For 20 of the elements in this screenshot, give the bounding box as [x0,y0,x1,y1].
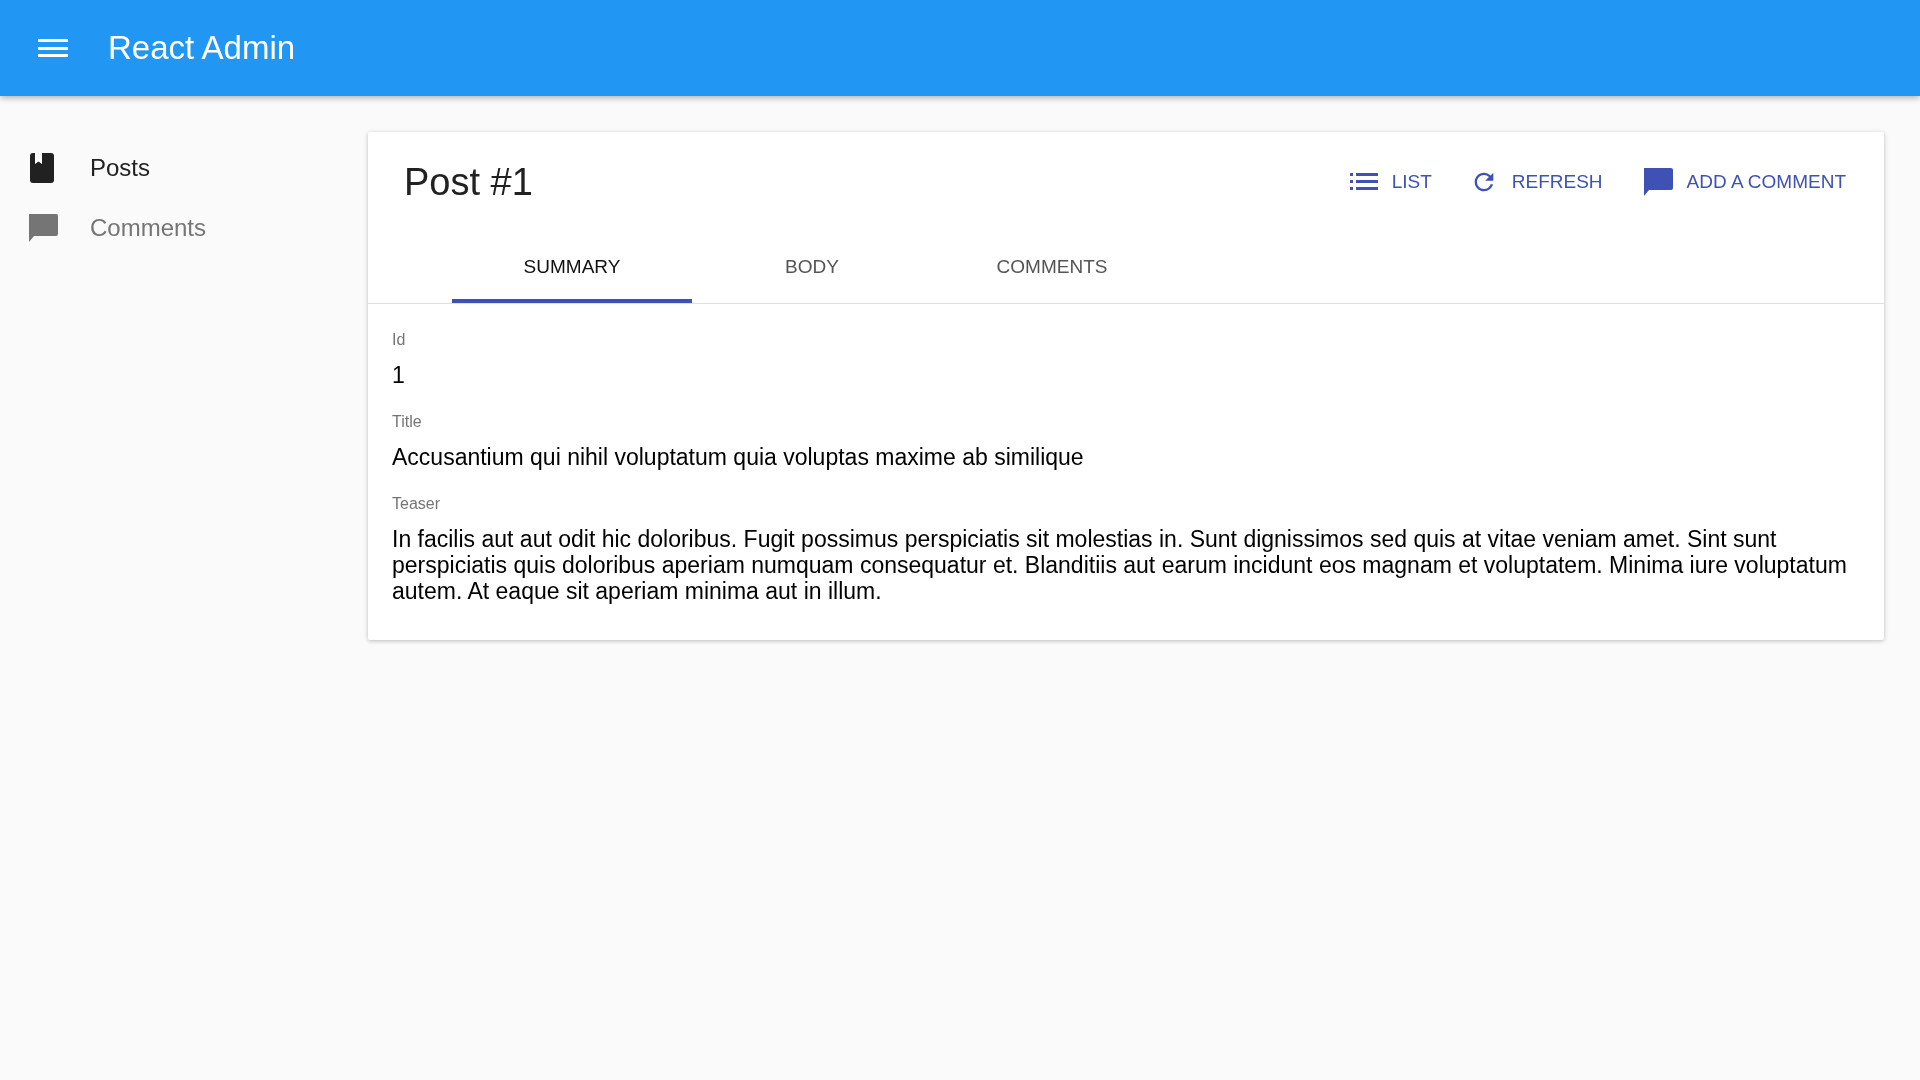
field-value: Accusantium qui nihil voluptatum quia voluptas maxime ab similique [392,444,1085,470]
field-label: Title [392,412,423,432]
app-title: React Admin [108,28,296,69]
tab[interactable]: BODY [692,235,932,303]
field-value: 1 [392,362,406,388]
book-icon [29,152,55,184]
list-icon [1349,171,1378,193]
speech-bubble-icon [26,212,58,244]
field-value: In facilis aut aut odit hic doloribus. Fugit possimus perspiciatis sit molestias in. Sunt dignissimos sed quis at vitae veniam amet. Sint sunt perspiciatis quis doloribus aperiam numquam consequatur et. Blanditiis aut earum incidunt eos magnam et voluptatem. Minima iure voluptatum autem. At eaque sit aperiam minima aut in illum. [392,526,1848,604]
action-button[interactable]: ADD A COMMENT [1632,160,1854,204]
sidebar-item[interactable]: Posts [0,138,368,198]
tab[interactable]: SUMMARY [452,235,692,303]
tab[interactable]: COMMENTS [932,235,1172,303]
sidebar-item[interactable]: Comments [0,198,368,258]
page-title: Post #1 [404,160,533,205]
field-label: Teaser [392,494,442,514]
action-button[interactable]: LIST [1341,160,1440,204]
action-button[interactable]: REFRESH [1461,160,1611,204]
menu-icon[interactable] [38,37,68,59]
field-label: Id [392,330,407,350]
